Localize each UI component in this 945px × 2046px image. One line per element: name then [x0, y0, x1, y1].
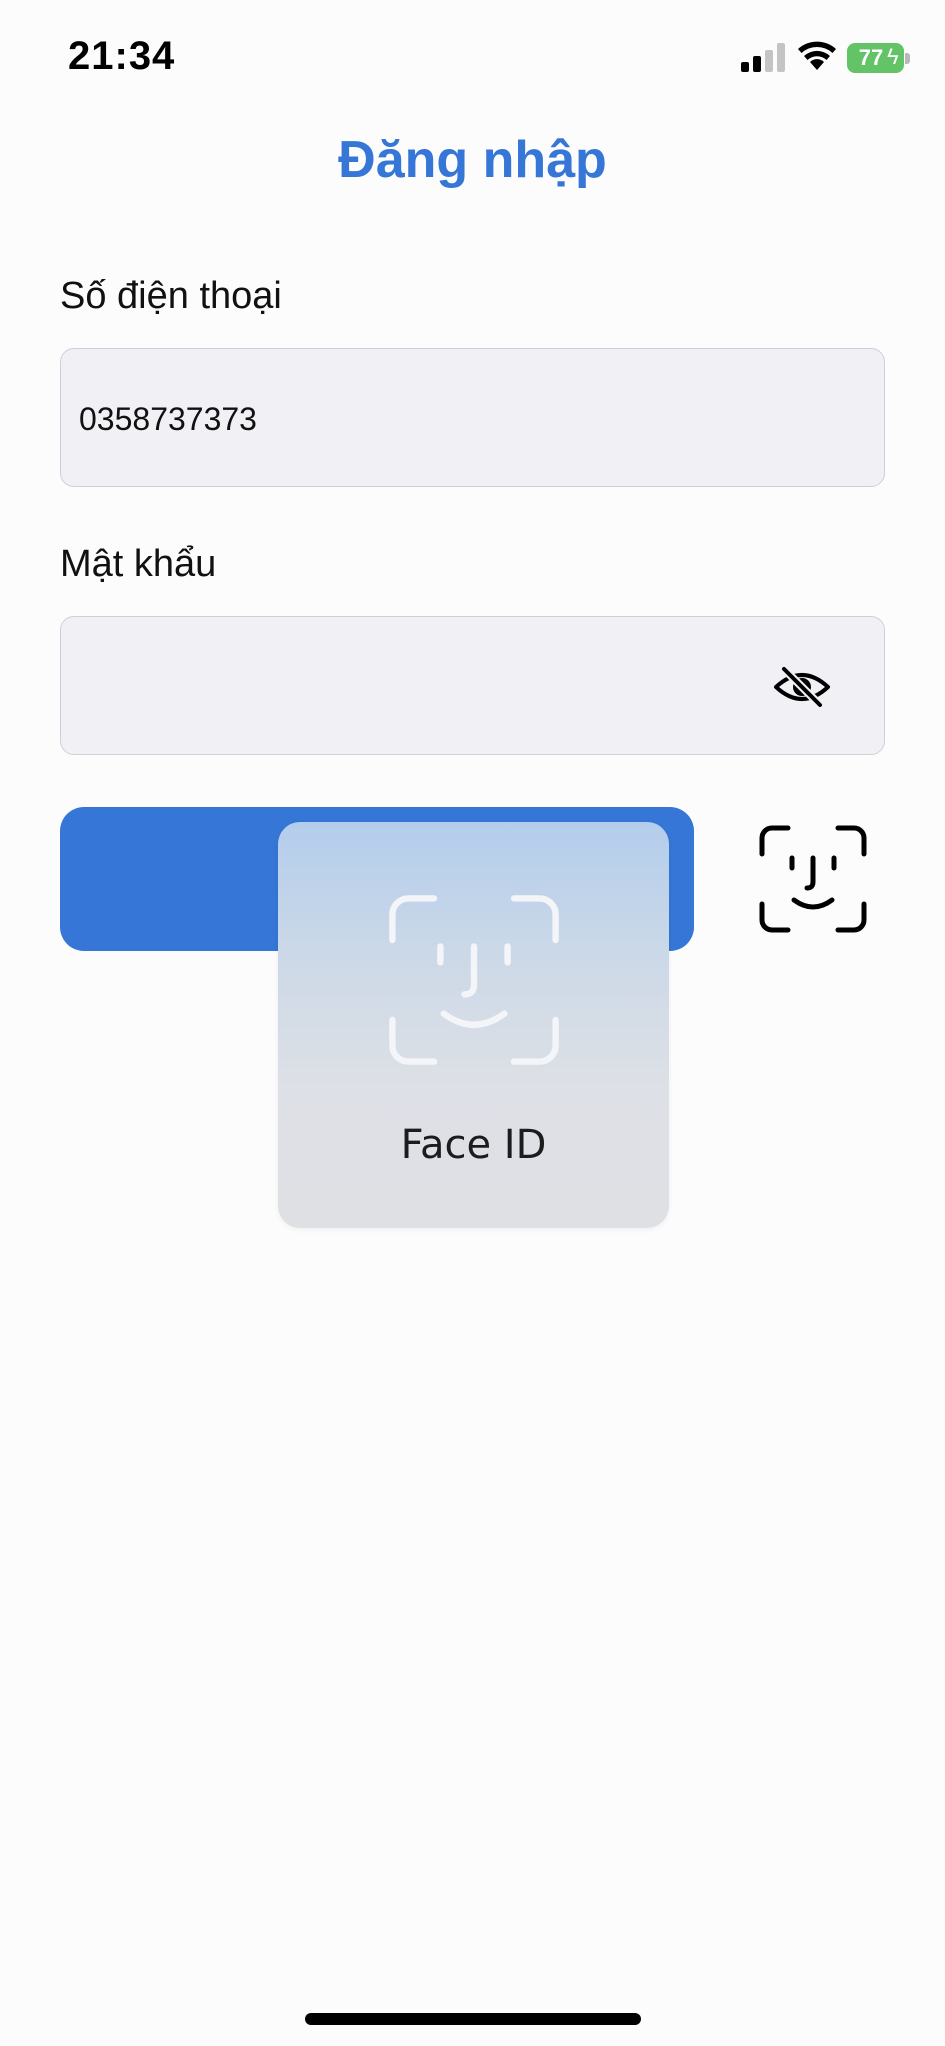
phone-label: Số điện thoại [60, 275, 282, 317]
face-id-prompt: Face ID [278, 822, 669, 1228]
home-indicator[interactable] [305, 2013, 641, 2025]
password-label: Mật khẩu [60, 543, 217, 585]
face-id-icon [389, 895, 559, 1065]
face-id-label: Face ID [400, 1122, 547, 1168]
eye-slash-icon[interactable] [772, 665, 832, 709]
status-bar: 21:34 77 ϟ [0, 0, 945, 115]
charging-bolt-icon: ϟ [887, 44, 899, 69]
status-time: 21:34 [68, 34, 176, 78]
battery-nub [905, 53, 910, 64]
phone-field[interactable]: 0358737373 [60, 348, 885, 487]
wifi-icon [798, 41, 836, 70]
phone-value: 0358737373 [79, 401, 257, 437]
cellular-signal-icon [741, 43, 785, 72]
battery-icon: 77 ϟ [847, 43, 911, 73]
face-id-icon[interactable] [758, 824, 868, 934]
page-title: Đăng nhập [338, 131, 607, 189]
password-field[interactable] [60, 616, 885, 755]
